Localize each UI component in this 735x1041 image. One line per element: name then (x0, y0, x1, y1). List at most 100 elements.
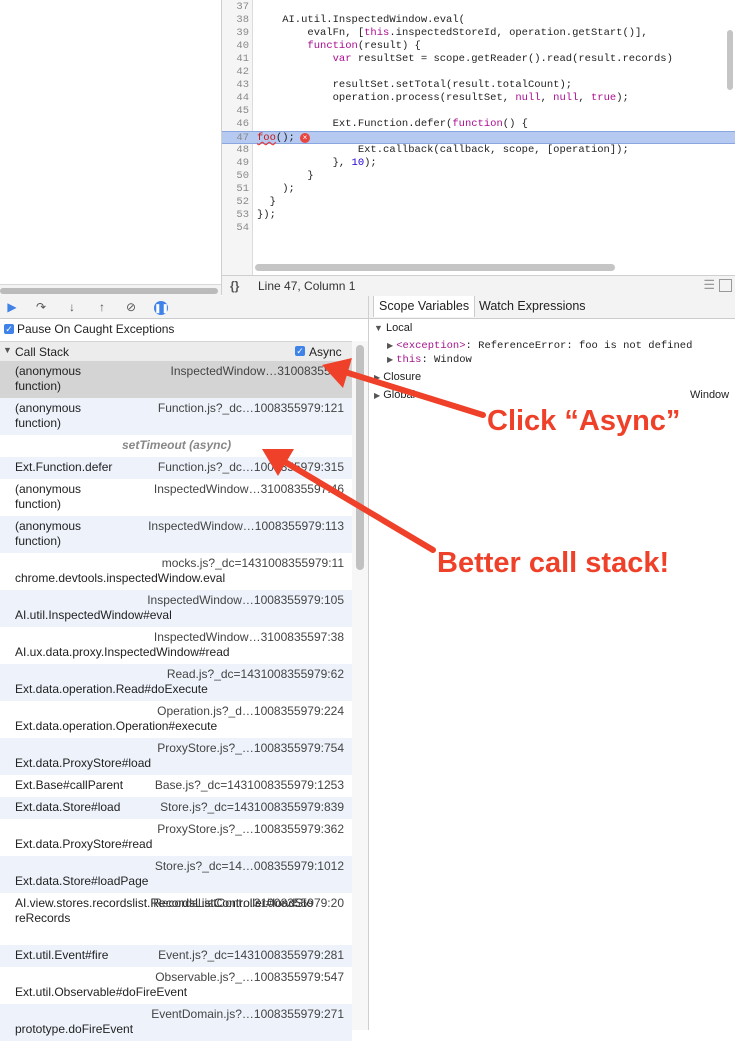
call-stack-header[interactable]: ▼ Call Stack ✓ Async (0, 341, 352, 362)
call-frame[interactable]: AI.ux.data.proxy.InspectedWindow#read Ins… (0, 627, 352, 664)
deactivate-breakpoints-icon[interactable]: ⊘ (123, 300, 139, 314)
call-frame[interactable]: Ext.Function.defer Function.js?_dc…100835… (0, 457, 352, 479)
code-line[interactable]: 51 ); (222, 183, 735, 196)
line-number[interactable]: 51 (222, 183, 249, 196)
code-line[interactable]: 44 operation.process(resultSet, null, nu… (222, 92, 735, 105)
call-frame[interactable]: AI.view.stores.recordslist.RecordsListCo… (0, 893, 352, 945)
tab-watch-expressions[interactable]: Watch Expressions (474, 296, 591, 317)
line-number[interactable]: 39 (222, 27, 249, 40)
frame-location[interactable]: Operation.js?_d…1008355979:224 (157, 704, 344, 719)
collapsed-triangle-icon[interactable]: ▶ (387, 341, 393, 350)
line-number[interactable]: 48 (222, 144, 249, 157)
line-number[interactable]: 45 (222, 105, 249, 118)
code-line[interactable]: 46 Ext.Function.defer(function() { (222, 118, 735, 131)
call-frame[interactable]: Ext.data.ProxyStore#load ProxyStore.js?_…… (0, 738, 352, 775)
frame-location[interactable]: Function.js?_dc…1008355979:315 (158, 460, 344, 475)
expand-triangle-icon[interactable]: ▼ (374, 323, 383, 333)
scrollbar-thumb[interactable] (0, 288, 218, 294)
call-frame[interactable]: (anonymous function) InspectedWindow…3100… (0, 361, 352, 398)
format-icon[interactable]: ☰ (703, 277, 715, 293)
frame-location[interactable]: InspectedWindow…3100835597:46 (154, 482, 344, 497)
line-number[interactable]: 37 (222, 1, 249, 14)
code-line[interactable]: 38 AI.util.InspectedWindow.eval( (222, 14, 735, 27)
frame-location[interactable]: InspectedWindow…3100835597:38 (154, 630, 344, 645)
navigator-horizontal-scrollbar[interactable] (0, 284, 221, 296)
call-frame[interactable]: Ext.data.ProxyStore#read ProxyStore.js?_…… (0, 819, 352, 856)
line-number[interactable]: 40 (222, 40, 249, 53)
step-out-icon[interactable]: ↑ (94, 300, 110, 314)
frame-location[interactable]: Store.js?_dc=14…008355979:1012 (155, 859, 344, 874)
code-line[interactable]: 52 } (222, 196, 735, 209)
frame-location[interactable]: Base.js?_dc=1431008355979:1253 (155, 778, 344, 793)
call-frame[interactable]: chrome.devtools.inspectedWindow.eval mock… (0, 553, 352, 590)
call-frame[interactable]: Ext.data.operation.Operation#execute Oper… (0, 701, 352, 738)
call-frame[interactable]: Ext.Base#callParent Base.js?_dc=143100835… (0, 775, 352, 797)
line-number[interactable]: 52 (222, 196, 249, 209)
step-into-icon[interactable]: ↓ (64, 300, 80, 314)
line-number[interactable]: 42 (222, 66, 249, 79)
call-stack-scrollbar[interactable] (352, 341, 368, 1030)
code-line[interactable]: 49 }, 10); (222, 157, 735, 170)
call-frame[interactable]: Ext.data.Store#load Store.js?_dc=14310083… (0, 797, 352, 819)
frame-location[interactable]: Observable.js?_…1008355979:547 (155, 970, 344, 985)
code-line[interactable]: 37 (222, 1, 735, 14)
frame-location[interactable]: Event.js?_dc=1431008355979:281 (158, 948, 344, 963)
call-frame[interactable]: AI.util.InspectedWindow#eval InspectedWin… (0, 590, 352, 627)
code-line[interactable]: 53}); (222, 209, 735, 222)
scope-closure[interactable]: ▶ Closure (374, 371, 421, 383)
frame-location[interactable]: InspectedWindow…1008355979:105 (147, 593, 344, 608)
code-line[interactable]: 43 resultSet.setTotal(result.totalCount)… (222, 79, 735, 92)
pane-divider[interactable] (368, 296, 369, 1030)
code-line[interactable]: 48 Ext.callback(callback, scope, [operat… (222, 144, 735, 157)
call-frame[interactable]: Ext.util.Observable#doFireEvent Observabl… (0, 967, 352, 1004)
error-icon[interactable]: × (300, 133, 310, 143)
line-number[interactable]: 50 (222, 170, 249, 183)
call-frame[interactable]: Ext.data.operation.Read#doExecute Read.js… (0, 664, 352, 701)
frame-location[interactable]: RecordsListCont…31008355979:20 (153, 896, 344, 911)
async-label[interactable]: Async (309, 345, 342, 359)
line-number[interactable]: 53 (222, 209, 249, 222)
collapsed-triangle-icon[interactable]: ▶ (374, 391, 380, 400)
call-frame[interactable]: prototype.doFireEvent EventDomain.js?…100… (0, 1004, 352, 1041)
call-frame[interactable]: Ext.util.Event#fire Event.js?_dc=14310083… (0, 945, 352, 967)
scope-exception-row[interactable]: ▶ <exception>: ReferenceError: foo is no… (387, 339, 692, 352)
collapsed-triangle-icon[interactable]: ▶ (374, 373, 380, 382)
resume-icon[interactable]: ▶ (4, 300, 20, 314)
frame-location[interactable]: InspectedWindow…1008355979:113 (148, 519, 344, 534)
code-line[interactable]: 42 (222, 66, 735, 79)
code-line[interactable]: 39 evalFn, [this.inspectedStoreId, opera… (222, 27, 735, 40)
line-number[interactable]: 49 (222, 157, 249, 170)
line-number[interactable]: 46 (222, 118, 249, 131)
scope-this-row[interactable]: ▶ this: Window (387, 353, 472, 366)
frame-location[interactable]: InspectedWindow…3100835597 (171, 364, 344, 379)
source-editor[interactable]: 37 38 AI.util.InspectedWindow.eval(39 eva… (222, 0, 735, 275)
step-over-icon[interactable]: ↷ (33, 300, 49, 314)
frame-location[interactable]: Store.js?_dc=1431008355979:839 (160, 800, 344, 815)
highlighted-error-line[interactable]: 47 foo(); × (222, 131, 735, 144)
call-frame[interactable]: (anonymous function) InspectedWindow…3100… (0, 479, 352, 516)
code-line[interactable]: 41 var resultSet = scope.getReader().rea… (222, 53, 735, 66)
pause-on-caught-exceptions[interactable]: ✓ Pause On Caught Exceptions (0, 319, 368, 339)
scrollbar-thumb[interactable] (356, 345, 364, 570)
frame-location[interactable]: EventDomain.js?…1008355979:271 (151, 1007, 344, 1022)
code-line[interactable]: 45 (222, 105, 735, 118)
code-line[interactable]: 54 (222, 222, 735, 235)
frame-location[interactable]: ProxyStore.js?_…1008355979:362 (157, 822, 344, 837)
scope-local[interactable]: ▼ Local (374, 322, 412, 334)
code-line[interactable]: 50 } (222, 170, 735, 183)
pause-on-exceptions-icon[interactable]: ❚❚ (153, 300, 169, 315)
collapsed-triangle-icon[interactable]: ▶ (387, 355, 393, 364)
line-number[interactable]: 44 (222, 92, 249, 105)
code-line[interactable]: 40 function(result) { (222, 40, 735, 53)
line-number[interactable]: 38 (222, 14, 249, 27)
frame-location[interactable]: Function.js?_dc…1008355979:121 (158, 401, 344, 416)
panel-toggle-icon[interactable] (719, 279, 732, 292)
expand-triangle-icon[interactable]: ▼ (3, 345, 12, 355)
editor-vertical-scrollbar[interactable] (727, 30, 733, 90)
call-frame[interactable]: (anonymous function) InspectedWindow…1008… (0, 516, 352, 553)
call-frame[interactable]: (anonymous function) Function.js?_dc…1008… (0, 398, 352, 435)
line-number[interactable]: 43 (222, 79, 249, 92)
frame-location[interactable]: Read.js?_dc=1431008355979:62 (167, 667, 344, 682)
pretty-print-button[interactable]: {} (230, 279, 239, 293)
frame-location[interactable]: mocks.js?_dc=1431008355979:11 (162, 556, 344, 571)
